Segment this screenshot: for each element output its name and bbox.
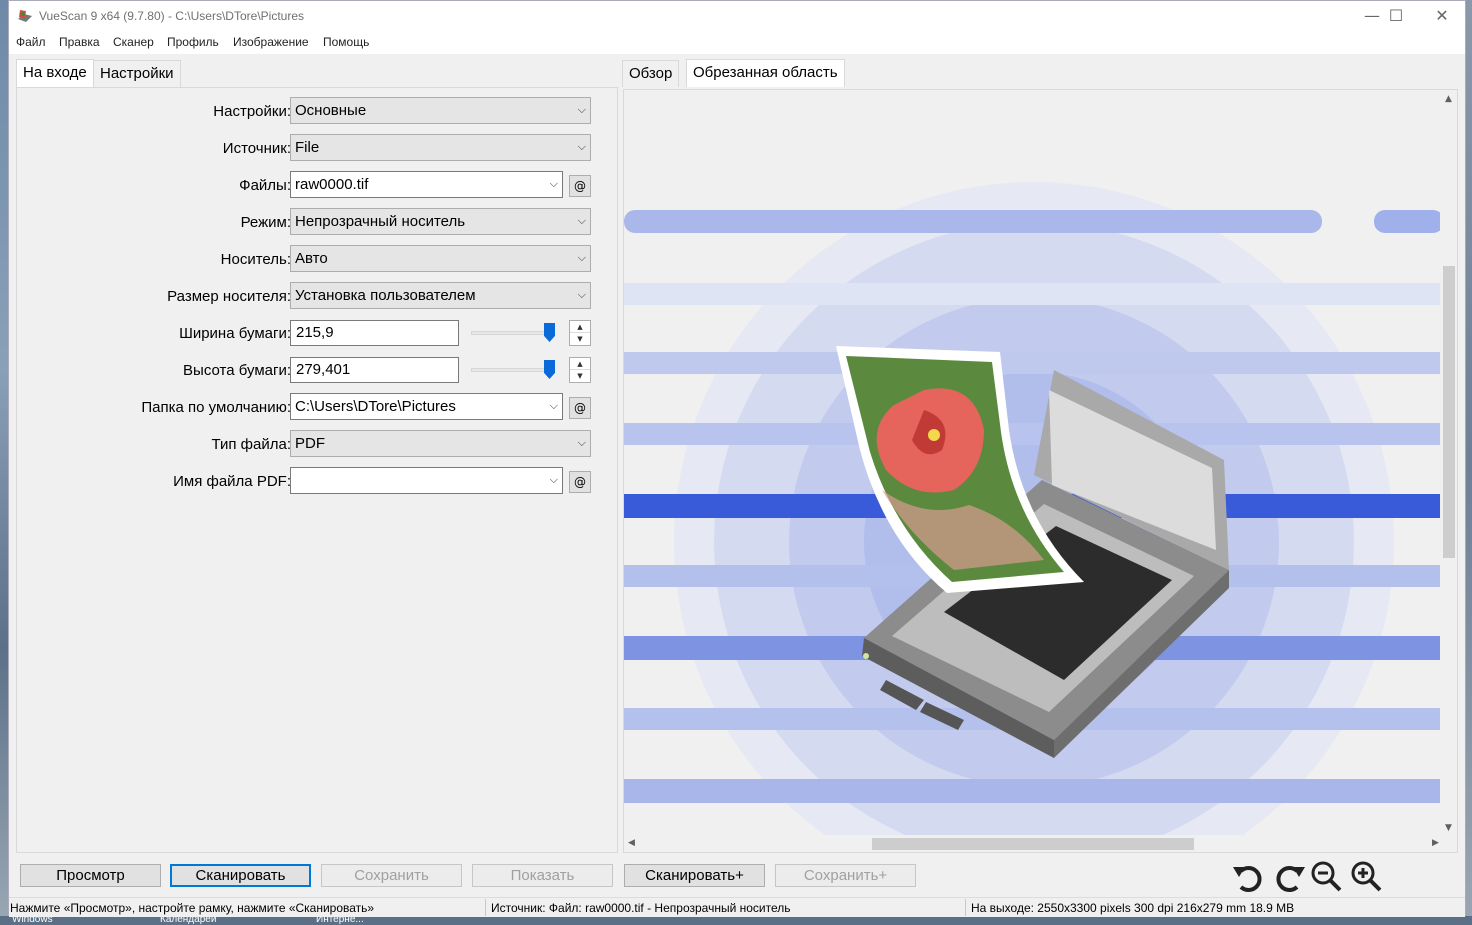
files-value: raw0000.tif [295,176,369,193]
files-browse-button[interactable]: @ [569,175,591,197]
scan-plus-button[interactable]: Сканировать+ [624,864,765,887]
default-folder-value: C:\Users\DTore\Pictures [295,398,456,415]
chevron-down-icon: ⌵ [577,252,586,264]
paper-height-label: Высота бумаги: [183,362,291,379]
file-type-value: PDF [295,435,325,452]
chevron-down-icon: ⌵ [577,104,586,116]
vuescan-app-icon [18,10,32,22]
chevron-down-icon: ⌵ [549,474,558,486]
preview-area[interactable]: ▲ ▼ ◀ ▶ [623,89,1458,853]
horizontal-scrollbar[interactable]: ◀ ▶ [624,835,1442,852]
files-label: Файлы: [239,177,291,194]
status-divider [485,899,486,916]
tab-overview[interactable]: Обзор [622,60,680,87]
pdf-filename-browse-button[interactable]: @ [569,471,591,493]
paper-height-input[interactable]: 279,401 [290,357,459,383]
scroll-right-icon[interactable]: ▶ [1432,838,1439,848]
vertical-scrollbar[interactable]: ▲ ▼ [1440,90,1457,837]
media-size-select[interactable]: Установка пользователем ⌵ [290,282,591,309]
chevron-down-icon: ⌵ [577,289,586,301]
source-value: File [295,139,320,156]
chevron-down-icon: ⌵ [577,141,586,153]
menu-bar: Файл Правка Сканер Профиль Изображение П… [9,32,1465,54]
menu-profile[interactable]: Профиль [167,35,219,49]
paper-height-slider[interactable] [471,368,551,372]
rotate-left-icon[interactable] [1231,859,1265,893]
menu-image[interactable]: Изображение [233,35,309,49]
media-value: Авто [295,250,328,267]
mode-label: Режим: [240,214,291,231]
tab-input[interactable]: На входе [16,59,94,87]
source-label: Источник: [222,140,291,157]
taskbar: Windows Календарей Интерне... [0,916,1472,925]
source-select[interactable]: File ⌵ [290,134,591,161]
maximize-button[interactable]: ☐ [1373,1,1419,32]
paper-width-slider[interactable] [471,331,551,335]
taskbar-item[interactable]: Календарей [160,916,216,925]
desktop-background-right [1466,0,1472,925]
zoom-in-icon[interactable] [1349,859,1383,893]
file-type-select[interactable]: PDF ⌵ [290,430,591,457]
save-button[interactable]: Сохранить [321,864,462,887]
paper-width-label: Ширина бумаги: [179,325,291,342]
status-hint: Нажмите «Просмотр», настройте рамку, наж… [10,901,375,915]
media-size-label: Размер носителя: [167,288,291,305]
zoom-out-icon[interactable] [1309,859,1343,893]
mode-select[interactable]: Непрозрачный носитель ⌵ [290,208,591,235]
settings-select[interactable]: Основные ⌵ [290,97,591,124]
show-button[interactable]: Показать [472,864,613,887]
horizontal-scroll-thumb[interactable] [872,838,1194,850]
scroll-left-icon[interactable]: ◀ [628,838,635,848]
mode-value: Непрозрачный носитель [295,213,466,230]
files-combo[interactable]: raw0000.tif ⌵ [290,171,563,198]
window-title: VueScan 9 x64 (9.7.80) - C:\Users\DTore\… [39,9,304,23]
chevron-down-icon: ⌵ [549,400,558,412]
rotate-right-icon[interactable] [1273,859,1307,893]
vuescan-window: VueScan 9 x64 (9.7.80) - C:\Users\DTore\… [8,0,1466,917]
preview-button[interactable]: Просмотр [20,864,161,887]
default-folder-browse-button[interactable]: @ [569,397,591,419]
media-size-value: Установка пользователем [295,287,476,304]
status-divider [965,899,966,916]
menu-scanner[interactable]: Сканер [113,35,154,49]
scan-button[interactable]: Сканировать [170,864,311,887]
settings-value: Основные [295,102,367,119]
paper-width-spinner[interactable]: ▲ ▼ [569,320,591,346]
tab-crop-area[interactable]: Обрезанная область [686,59,845,87]
vuescan-splash-image [624,182,1442,837]
chevron-down-icon: ⌵ [549,178,558,190]
save-plus-button[interactable]: Сохранить+ [775,864,916,887]
pdf-filename-combo[interactable]: ⌵ [290,467,563,494]
taskbar-item[interactable]: Интерне... [316,916,364,925]
file-type-label: Тип файла: [211,436,292,453]
paper-height-spinner[interactable]: ▲ ▼ [569,357,591,383]
settings-label: Настройки: [213,103,291,120]
tab-settings[interactable]: Настройки [93,60,181,87]
menu-edit[interactable]: Правка [59,35,100,49]
taskbar-item[interactable]: Windows [12,916,53,925]
media-select[interactable]: Авто ⌵ [290,245,591,272]
scroll-down-icon[interactable]: ▼ [1445,823,1452,833]
pdf-filename-label: Имя файла PDF: [173,473,291,490]
status-source: Источник: Файл: raw0000.tif - Непрозрачн… [491,901,791,915]
close-button[interactable]: ✕ [1419,1,1465,32]
status-output: На выходе: 2550x3300 pixels 300 dpi 216x… [971,901,1295,915]
chevron-down-icon: ⌵ [577,215,586,227]
title-bar[interactable]: VueScan 9 x64 (9.7.80) - C:\Users\DTore\… [9,1,1465,32]
default-folder-label: Папка по умолчанию: [141,399,291,416]
vertical-scroll-thumb[interactable] [1443,266,1455,558]
default-folder-combo[interactable]: C:\Users\DTore\Pictures ⌵ [290,393,563,420]
desktop-background-left [0,0,8,925]
scroll-up-icon[interactable]: ▲ [1445,94,1452,104]
chevron-down-icon: ⌵ [577,437,586,449]
media-label: Носитель: [220,251,291,268]
menu-help[interactable]: Помощь [323,35,369,49]
paper-width-input[interactable]: 215,9 [290,320,459,346]
status-bar: Нажмите «Просмотр», настройте рамку, наж… [9,897,1465,917]
menu-file[interactable]: Файл [16,35,46,49]
